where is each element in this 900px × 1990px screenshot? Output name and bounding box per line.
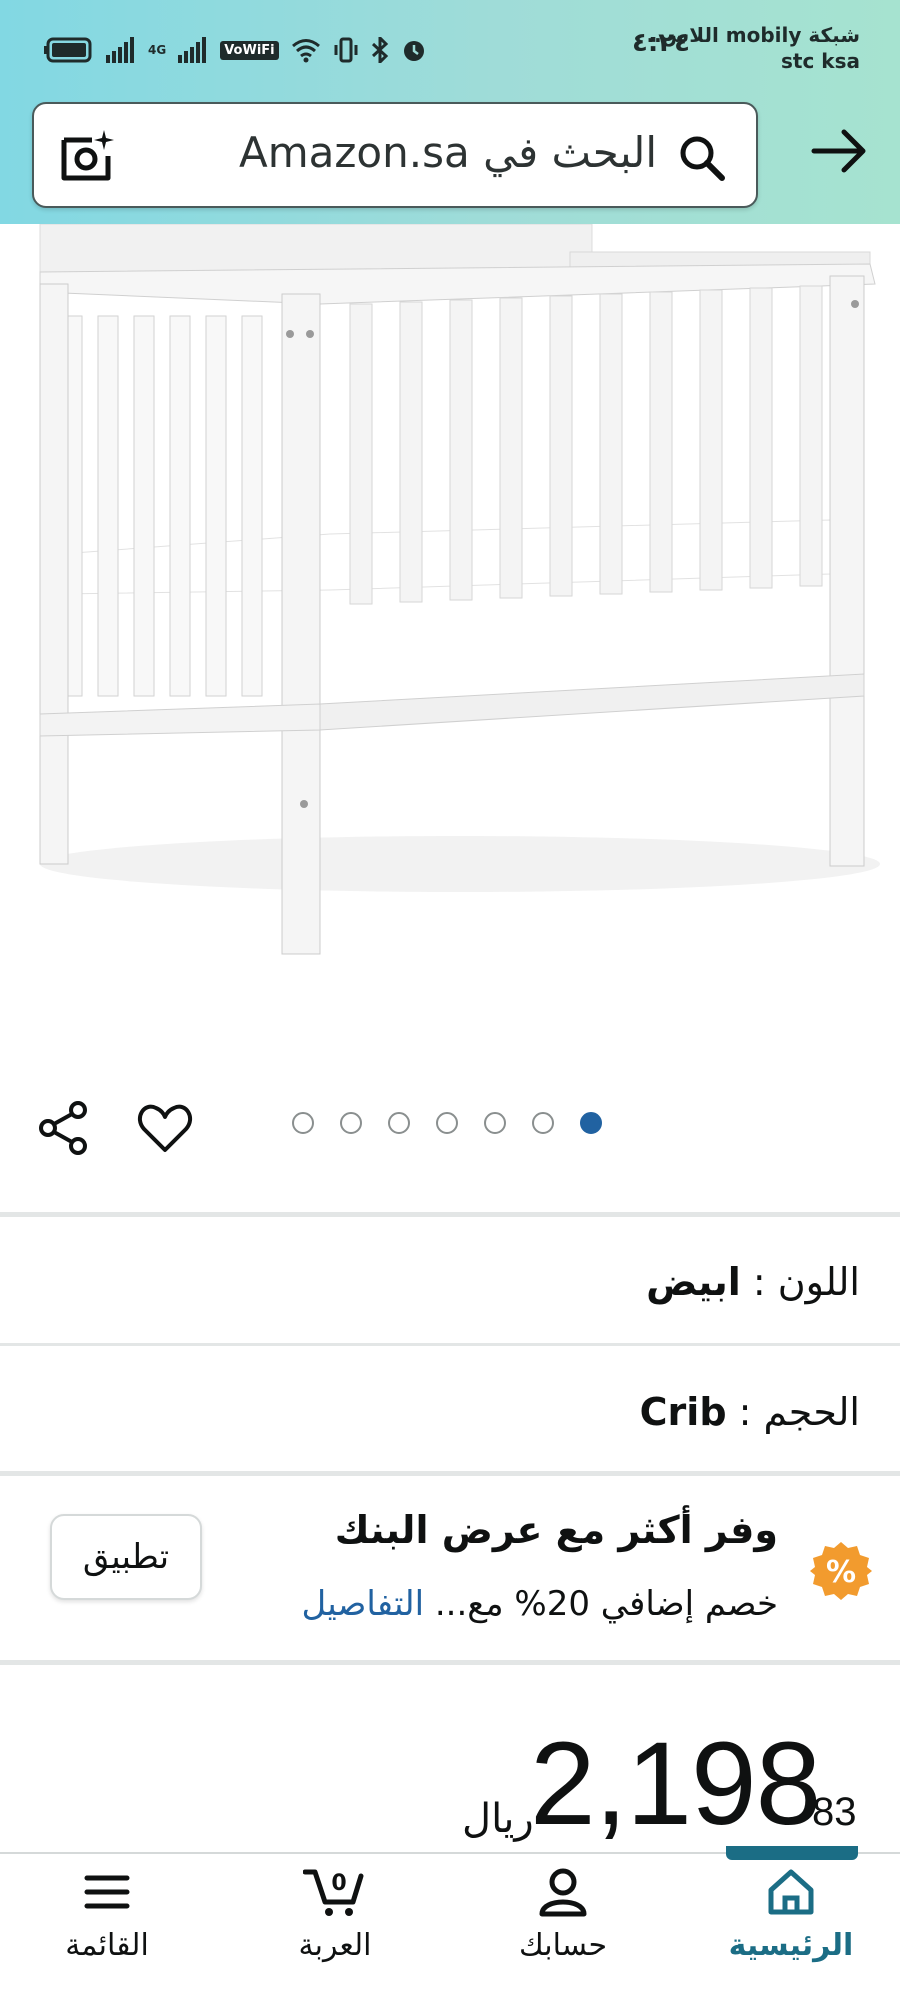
divider (0, 1471, 900, 1476)
color-selector[interactable]: اللون : ابيض (646, 1260, 860, 1304)
carrier-info: شبكة mobily اللاس.. stc ksa (646, 22, 860, 74)
price-fraction: 83 (812, 1790, 857, 1834)
signal-icon (106, 37, 134, 63)
image-pagination-dot[interactable] (436, 1112, 458, 1134)
product-image[interactable] (0, 224, 900, 984)
bank-offer-title: وفر أكثر مع عرض البنك (334, 1508, 778, 1552)
nav-cart[interactable]: 0 العربة (260, 1866, 410, 1963)
nav-home[interactable]: الرئيسية (716, 1866, 866, 1963)
image-pagination (292, 1112, 602, 1134)
carrier-name-2: stc ksa (781, 49, 860, 73)
wishlist-heart-icon[interactable] (136, 1100, 194, 1156)
header-bar: 4G VoWiFi ٤:٢٤ شبكة mobily اللاس.. stc k… (0, 0, 900, 224)
nav-account[interactable]: حسابك (488, 1866, 638, 1963)
person-icon (539, 1868, 587, 1917)
apply-offer-button[interactable]: تطبيق (50, 1514, 202, 1600)
nav-account-label: حسابك (518, 1928, 608, 1963)
cart-count-badge: 0 (331, 1871, 346, 1896)
search-input[interactable]: البحث في Amazon.sa (32, 102, 758, 208)
price-currency: ريال (462, 1796, 534, 1842)
size-selector[interactable]: الحجم : Crib (640, 1390, 860, 1434)
battery-icon (44, 37, 92, 63)
nav-home-label: الرئيسية (728, 1928, 854, 1963)
image-pagination-dot[interactable] (580, 1112, 602, 1134)
color-value: ابيض (646, 1260, 741, 1304)
vowifi-badge: VoWiFi (220, 40, 279, 60)
bank-offer-subtitle: خصم إضافي 20% مع... التفاصيل (302, 1584, 778, 1624)
divider (0, 1212, 900, 1217)
camera-search-icon[interactable] (58, 126, 118, 186)
nav-active-indicator (726, 1846, 858, 1860)
image-pagination-dot[interactable] (292, 1112, 314, 1134)
search-placeholder: البحث في Amazon.sa (239, 128, 657, 177)
alarm-icon (403, 41, 424, 61)
divider (0, 1660, 900, 1665)
vibrate-icon (334, 37, 358, 63)
price-whole: 2,198 (530, 1718, 821, 1850)
percent-badge-text: % (826, 1555, 856, 1590)
bank-offer-description: خصم إضافي 20% مع... (434, 1584, 778, 1624)
wifi-icon (291, 39, 320, 63)
forward-arrow-icon[interactable] (810, 124, 870, 178)
percent-badge-icon: % (810, 1542, 872, 1600)
bank-offer-details-link[interactable]: التفاصيل (302, 1584, 425, 1624)
nav-cart-label: العربة (298, 1928, 372, 1963)
image-pagination-dot[interactable] (484, 1112, 506, 1134)
nav-menu[interactable]: القائمة (32, 1866, 182, 1963)
image-pagination-dot[interactable] (340, 1112, 362, 1134)
bluetooth-icon (371, 37, 388, 63)
status-icons: 4G VoWiFi (44, 30, 427, 70)
search-icon[interactable] (676, 132, 728, 184)
color-label: اللون : (752, 1260, 860, 1304)
share-icon[interactable] (36, 1100, 92, 1156)
image-pagination-dot[interactable] (388, 1112, 410, 1134)
image-pagination-dot[interactable] (532, 1112, 554, 1134)
divider (0, 1343, 900, 1346)
carrier-name-1: شبكة mobily اللاس.. (646, 23, 860, 47)
menu-icon (84, 1875, 130, 1909)
size-value: Crib (639, 1390, 727, 1434)
cart-icon: 0 (303, 1869, 364, 1916)
signal-2-icon (178, 37, 207, 63)
home-icon (768, 1869, 814, 1915)
size-label: الحجم : (738, 1390, 860, 1434)
network-4g-label: 4G (148, 43, 167, 57)
nav-menu-label: القائمة (65, 1928, 149, 1963)
